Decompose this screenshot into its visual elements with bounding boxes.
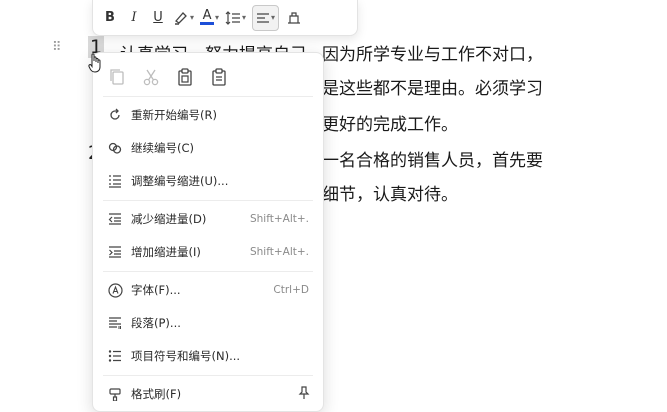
list-indent-icon bbox=[107, 173, 123, 189]
paste-text-only-icon[interactable] bbox=[209, 66, 229, 88]
font-item[interactable]: 字体(F)... Ctrl+D bbox=[93, 275, 323, 305]
chevron-down-icon: ▾ bbox=[271, 13, 276, 22]
align-left-icon bbox=[257, 12, 270, 23]
cut-icon[interactable] bbox=[141, 66, 161, 88]
copy-icon[interactable] bbox=[107, 66, 127, 88]
font-icon bbox=[107, 282, 123, 298]
continue-numbering-item[interactable]: 继续编号(C) bbox=[93, 133, 323, 163]
more-format-button[interactable] bbox=[285, 6, 303, 30]
paragraph-line-5: 细节，认真对待。 bbox=[322, 185, 458, 205]
chevron-down-icon: ▾ bbox=[242, 13, 247, 22]
restart-numbering-item[interactable]: 重新开始编号(R) bbox=[93, 100, 323, 130]
bullets-and-numbering-item[interactable]: 项目符号和编号(N)... bbox=[93, 341, 323, 371]
menu-divider bbox=[103, 200, 313, 201]
line-spacing-button[interactable]: ▾ bbox=[225, 6, 246, 30]
font-color-button[interactable]: A ▾ bbox=[200, 6, 219, 30]
restart-icon bbox=[107, 107, 123, 123]
bold-button[interactable]: B bbox=[101, 6, 119, 30]
chevron-down-icon: ▾ bbox=[190, 13, 195, 22]
align-button[interactable]: ▾ bbox=[252, 4, 280, 31]
line-spacing-icon bbox=[225, 10, 241, 25]
link-icon bbox=[107, 140, 123, 156]
paragraph-line-4: 一名合格的销售人员，首先要 bbox=[322, 151, 543, 171]
increase-indent-item[interactable]: 增加缩进量(I) Shift+Alt+. bbox=[93, 237, 323, 267]
underline-button[interactable]: U bbox=[149, 6, 167, 30]
clipboard-row bbox=[107, 65, 229, 89]
paragraph-line-2: 是这些都不是理由。必须学习 bbox=[322, 79, 543, 99]
paste-icon[interactable] bbox=[175, 66, 195, 88]
highlighter-icon bbox=[175, 11, 187, 25]
format-painter-item[interactable]: 格式刷(F) bbox=[93, 379, 323, 409]
menu-divider bbox=[103, 96, 313, 97]
format-clear-icon bbox=[288, 11, 301, 24]
context-menu: 重新开始编号(R) 继续编号(C) 调整编号缩进(U)... 减少缩进量(D) … bbox=[92, 52, 324, 412]
format-toolbar: B I U ▾ A ▾ ▾ ▾ bbox=[92, 0, 358, 36]
paragraph-item[interactable]: 段落(P)... bbox=[93, 308, 323, 338]
mouse-cursor-icon bbox=[88, 52, 104, 74]
bullet-list-icon bbox=[107, 348, 123, 364]
chevron-down-icon: ▾ bbox=[215, 13, 220, 22]
font-color-swatch bbox=[200, 22, 215, 25]
paragraph-icon bbox=[107, 315, 123, 331]
menu-divider bbox=[103, 271, 313, 272]
decrease-indent-icon bbox=[107, 211, 123, 227]
increase-indent-icon bbox=[107, 244, 123, 260]
paragraph-line-1-end: 因为所学专业与工作不对口， bbox=[322, 45, 543, 65]
adjust-numbering-indent-item[interactable]: 调整编号缩进(U)... bbox=[93, 166, 323, 196]
decrease-indent-item[interactable]: 减少缩进量(D) Shift+Alt+. bbox=[93, 204, 323, 234]
menu-divider bbox=[103, 375, 313, 376]
italic-button[interactable]: I bbox=[125, 6, 143, 30]
highlight-button[interactable]: ▾ bbox=[173, 6, 194, 30]
drag-handle-icon[interactable]: ⠿ bbox=[52, 40, 62, 56]
paragraph-line-3: 更好的完成工作。 bbox=[322, 115, 458, 135]
